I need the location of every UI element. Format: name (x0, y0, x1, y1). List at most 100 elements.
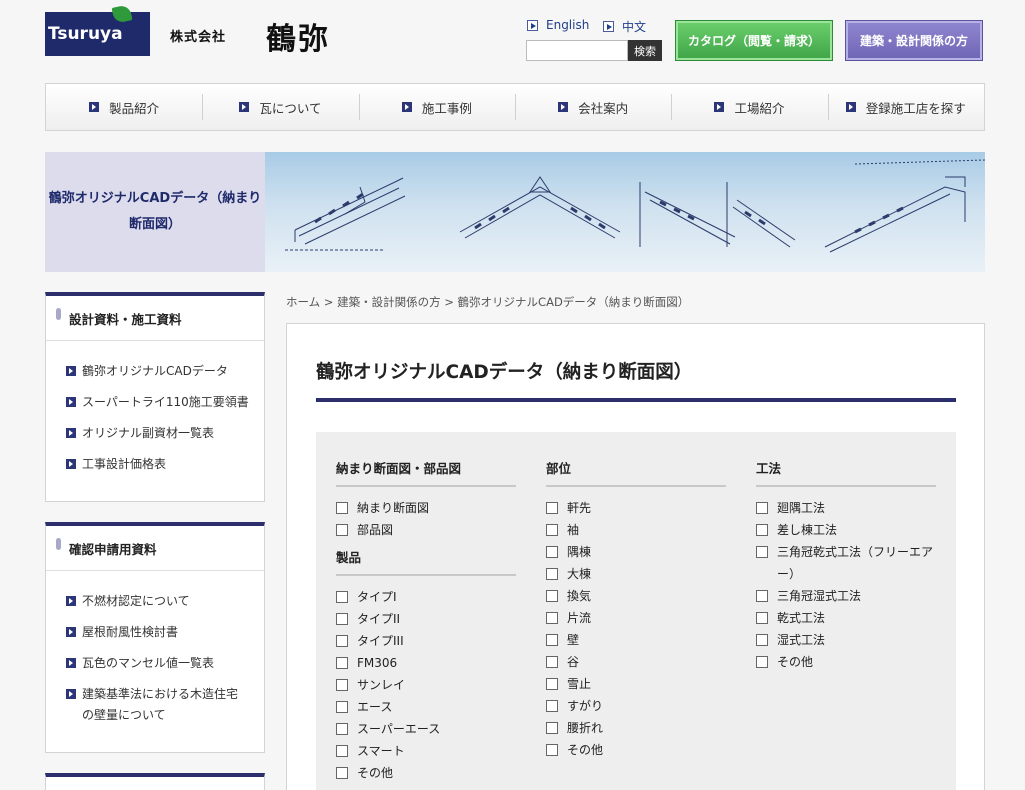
nav-item-installer-search[interactable]: 登録施工店を探す (827, 84, 984, 130)
checkbox[interactable] (546, 700, 558, 712)
checkbox[interactable] (546, 656, 558, 668)
architect-button[interactable]: 建築・設計関係の方 (845, 20, 983, 61)
filter-option[interactable]: 廻隅工法 (756, 497, 936, 519)
filter-option[interactable]: 谷 (546, 651, 726, 673)
checkbox[interactable] (336, 657, 348, 669)
filter-option[interactable]: 湿式工法 (756, 629, 936, 651)
arrow-icon (714, 102, 725, 112)
checkbox[interactable] (336, 502, 348, 514)
sidebar-item-supertry-manual[interactable]: スーパートライ110施工要領書 (66, 392, 264, 413)
filter-option-label: タイプI (357, 590, 397, 604)
filter-option-label: エース (357, 700, 393, 714)
checkbox[interactable] (756, 612, 768, 624)
checkbox[interactable] (546, 546, 558, 558)
sidebar-item-munsell[interactable]: 瓦色のマンセル値一覧表 (66, 653, 264, 674)
sidebar-item-wall-quantity[interactable]: 建築基準法における木造住宅の壁量について (66, 684, 264, 726)
filter-option[interactable]: 壁 (546, 629, 726, 651)
lang-chinese-link[interactable]: 中文 (603, 18, 646, 35)
breadcrumb[interactable]: ホーム > 建築・設計関係の方 > 鶴弥オリジナルCADデータ（納まり断面図） (286, 294, 689, 310)
filter-option-label: その他 (567, 743, 604, 757)
filter-option[interactable]: その他 (546, 739, 726, 761)
checkbox[interactable] (546, 590, 558, 602)
checkbox[interactable] (546, 568, 558, 580)
checkbox[interactable] (546, 612, 558, 624)
checkbox[interactable] (336, 524, 348, 536)
checkbox[interactable] (756, 502, 768, 514)
arrow-icon (66, 397, 76, 407)
checkbox[interactable] (546, 524, 558, 536)
checkbox[interactable] (546, 634, 558, 646)
filter-option[interactable]: FM306 (336, 652, 516, 674)
nav-item-cases[interactable]: 施工事例 (358, 84, 515, 130)
tsuruya-logo[interactable]: Tsuruya (45, 4, 150, 56)
filter-option[interactable]: 軒先 (546, 497, 726, 519)
search-button[interactable]: 検索 (628, 40, 662, 61)
banner-title-panel: 鶴弥オリジナルCADデータ（納まり断面図） (45, 152, 265, 272)
filter-option[interactable]: その他 (756, 651, 936, 673)
checkbox[interactable] (336, 701, 348, 713)
filter-option-label: 乾式工法 (777, 611, 826, 625)
checkbox[interactable] (756, 634, 768, 646)
filter-option-label: 腰折れ (567, 721, 604, 735)
checkbox[interactable] (336, 635, 348, 647)
filter-option[interactable]: その他 (336, 762, 516, 784)
checkbox[interactable] (546, 744, 558, 756)
filter-option[interactable]: 片流 (546, 607, 726, 629)
nav-item-factory[interactable]: 工場紹介 (671, 84, 827, 130)
filter-option[interactable]: スマート (336, 740, 516, 762)
filter-option-label: 隅棟 (567, 545, 592, 559)
checkbox[interactable] (336, 745, 348, 757)
filter-option-label: 大棟 (567, 567, 592, 581)
filter-column-method: 工法 廻隅工法 差し棟工法 三角冠乾式工法（フリーエアー） 三角冠湿式工法 乾式… (756, 458, 936, 673)
checkbox[interactable] (336, 679, 348, 691)
filter-option[interactable]: 換気 (546, 585, 726, 607)
search-input[interactable] (526, 40, 628, 61)
checkbox[interactable] (546, 722, 558, 734)
sidebar-item-label: 工事設計価格表 (82, 457, 167, 471)
nav-item-products[interactable]: 製品紹介 (46, 84, 202, 130)
checkbox[interactable] (756, 524, 768, 536)
filter-option[interactable]: タイプII (336, 608, 516, 630)
sidebar-item-nonflammable[interactable]: 不燃材認定について (66, 591, 264, 612)
filter-option[interactable]: 納まり断面図 (336, 497, 516, 519)
checkbox[interactable] (336, 767, 348, 779)
filter-option[interactable]: タイプIII (336, 630, 516, 652)
filter-option[interactable]: 袖 (546, 519, 726, 541)
filter-option[interactable]: 差し棟工法 (756, 519, 936, 541)
checkbox[interactable] (336, 723, 348, 735)
filter-option[interactable]: スーパーエース (336, 718, 516, 740)
filter-option[interactable]: サンレイ (336, 674, 516, 696)
filter-option[interactable]: 三角冠湿式工法 (756, 585, 936, 607)
sidebar-item-cad-data[interactable]: 鶴弥オリジナルCADデータ (66, 361, 264, 382)
checkbox[interactable] (756, 546, 768, 558)
filter-option[interactable]: 乾式工法 (756, 607, 936, 629)
sidebar-item-label: オリジナル副資材一覧表 (82, 426, 215, 440)
filter-option[interactable]: 三角冠乾式工法（フリーエアー） (756, 541, 936, 585)
checkbox[interactable] (756, 590, 768, 602)
sidebar-item-label: 鶴弥オリジナルCADデータ (82, 364, 228, 378)
checkbox[interactable] (336, 591, 348, 603)
filter-option[interactable]: タイプI (336, 586, 516, 608)
catalog-button[interactable]: カタログ（閲覧・請求） (675, 20, 833, 61)
nav-item-company[interactable]: 会社案内 (514, 84, 671, 130)
checkbox[interactable] (336, 613, 348, 625)
sidebar-item-price-table[interactable]: 工事設計価格表 (66, 454, 264, 475)
filter-option[interactable]: 雪止 (546, 673, 726, 695)
sidebar-item-materials-list[interactable]: オリジナル副資材一覧表 (66, 423, 264, 444)
page-title: 鶴弥オリジナルCADデータ（納まり断面図） (316, 362, 693, 383)
filter-option-label: FM306 (357, 656, 398, 670)
nav-label: 製品紹介 (109, 100, 160, 116)
nav-item-about-tiles[interactable]: 瓦について (202, 84, 358, 130)
filter-option[interactable]: 隅棟 (546, 541, 726, 563)
filter-option[interactable]: 腰折れ (546, 717, 726, 739)
sidebar-item-wind-resistance[interactable]: 屋根耐風性検討書 (66, 622, 264, 643)
checkbox[interactable] (756, 656, 768, 668)
filter-option[interactable]: エース (336, 696, 516, 718)
filter-option[interactable]: すがり (546, 695, 726, 717)
arrow-icon (527, 19, 538, 31)
filter-option[interactable]: 部品図 (336, 519, 516, 541)
checkbox[interactable] (546, 502, 558, 514)
filter-option[interactable]: 大棟 (546, 563, 726, 585)
lang-english-link[interactable]: English (527, 18, 589, 32)
checkbox[interactable] (546, 678, 558, 690)
